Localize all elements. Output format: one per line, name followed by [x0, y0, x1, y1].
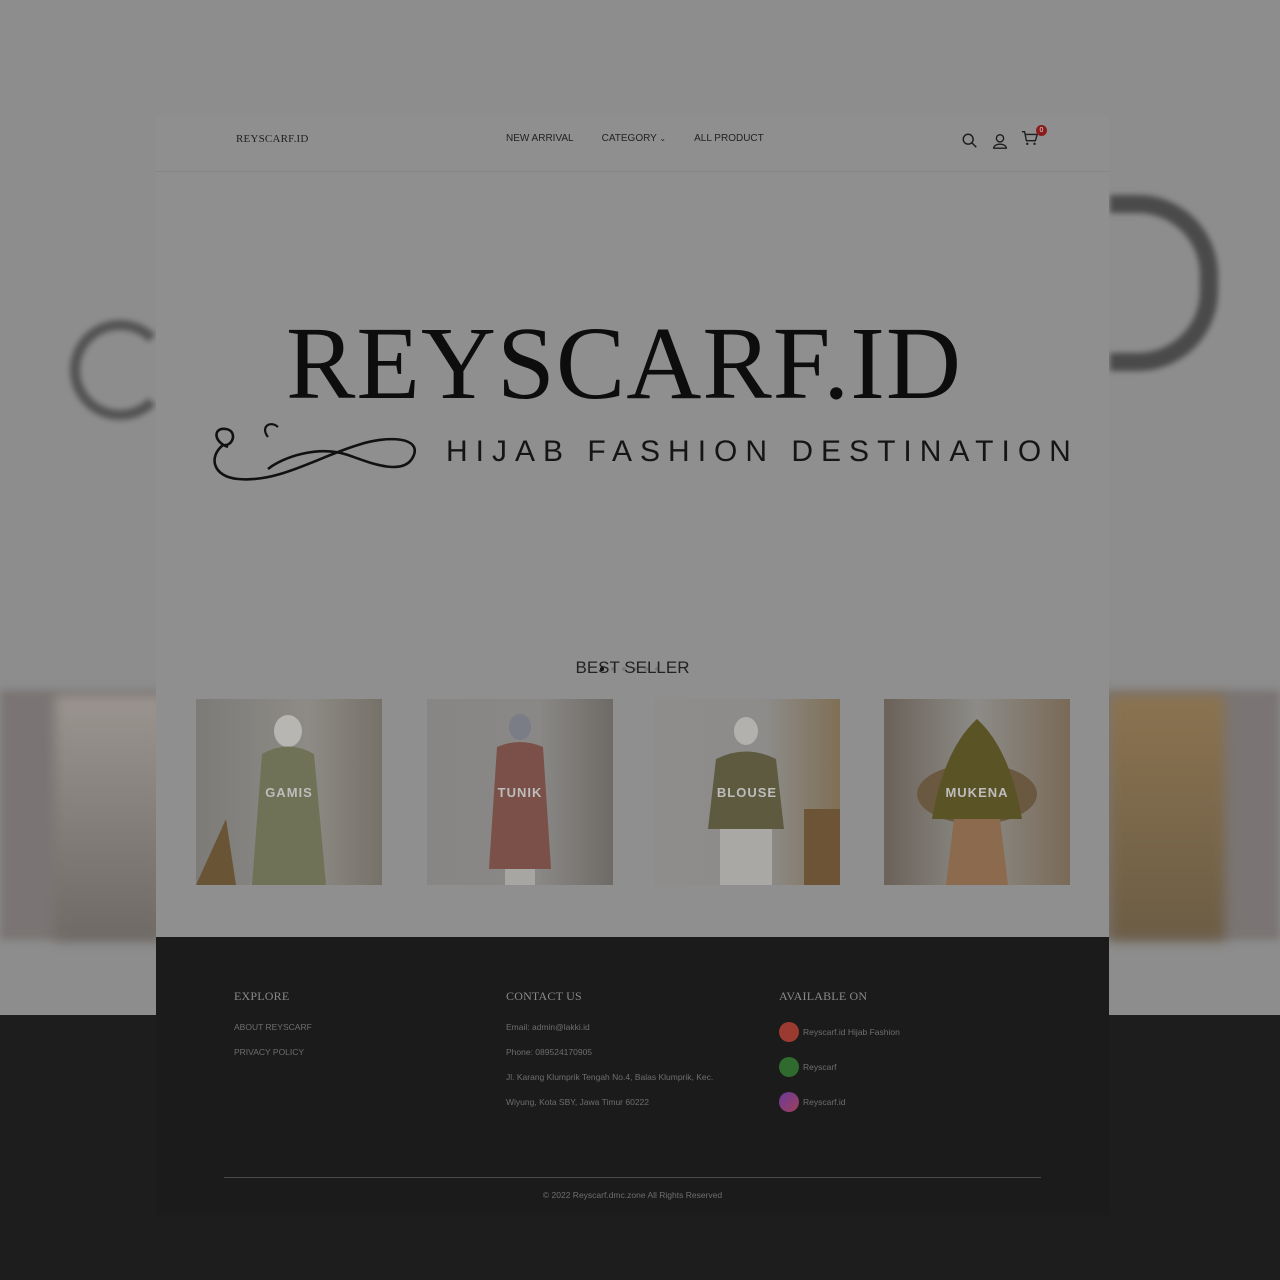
product-card-gamis[interactable]: GAMIS [196, 699, 382, 885]
best-seller-title: BEST SELLER [575, 658, 690, 677]
available-label: Reyscarf.id [803, 1097, 846, 1107]
available-instagram[interactable]: Reyscarf.id [779, 1092, 900, 1112]
site-logo[interactable]: REYSCARF.ID [236, 133, 309, 145]
footer-explore: EXPLORE ABOUT REYSCARF PRIVACY POLICY [234, 989, 312, 1072]
available-label: Reyscarf [803, 1062, 837, 1072]
contact-address-line2: Wiyung, Kota SBY, Jawa Timur 60222 [506, 1097, 650, 1107]
shopee-icon [779, 1022, 799, 1042]
product-label: GAMIS [265, 785, 313, 800]
main-nav: NEW ARRIVAL CATEGORY ⌄ ALL PRODUCT [506, 133, 764, 144]
backdrop-logo-curl [70, 320, 170, 420]
contact-address-line1: Jl. Karang Klumprik Tengah No.4, Balas K… [506, 1072, 714, 1082]
hero-subtitle: HIJAB FASHION DESTINATION [446, 435, 1079, 468]
product-label: MUKENA [945, 785, 1009, 800]
product-card-blouse[interactable]: BLOUSE [654, 699, 840, 885]
instagram-icon [779, 1092, 799, 1112]
footer-available-title: AVAILABLE ON [779, 989, 868, 1003]
nav-category-label: CATEGORY [601, 133, 657, 144]
footer-link-about[interactable]: ABOUT REYSCARF [234, 1022, 312, 1032]
search-icon[interactable] [961, 132, 979, 150]
product-card-mukena[interactable]: MUKENA [884, 699, 1070, 885]
header: REYSCARF.ID NEW ARRIVAL CATEGORY ⌄ ALL P… [156, 115, 1109, 172]
cart-button[interactable]: 0 [1021, 125, 1047, 152]
available-shopee[interactable]: Reyscarf.id Hijab Fashion [779, 1022, 900, 1042]
backdrop-product-right [1110, 695, 1225, 940]
nav-new-arrival[interactable]: NEW ARRIVAL [506, 133, 574, 144]
footer-explore-title: EXPLORE [234, 989, 290, 1003]
backdrop-product-left [55, 695, 165, 940]
footer-contact-title: CONTACT US [506, 989, 582, 1003]
best-seller-grid: GAMIS TUNIK BLOUSE MUKENA [196, 699, 1071, 885]
available-tokopedia[interactable]: Reyscarf [779, 1057, 900, 1077]
flourish-ornament [213, 423, 416, 481]
nav-all-product[interactable]: ALL PRODUCT [694, 133, 764, 144]
footer-available: AVAILABLE ON Reyscarf.id Hijab Fashion R… [779, 989, 900, 1127]
available-label: Reyscarf.id Hijab Fashion [803, 1027, 900, 1037]
footer: EXPLORE ABOUT REYSCARF PRIVACY POLICY CO… [156, 937, 1109, 1215]
contact-email[interactable]: Email: admin@lakki.id [506, 1022, 713, 1032]
hero-title: REYSCARF.ID [286, 306, 962, 421]
contact-phone[interactable]: Phone: 089524170905 [506, 1047, 713, 1057]
product-label: BLOUSE [716, 785, 778, 800]
page: REYSCARF.ID NEW ARRIVAL CATEGORY ⌄ ALL P… [156, 115, 1109, 1215]
chevron-down-icon: ⌄ [659, 134, 667, 143]
footer-link-privacy[interactable]: PRIVACY POLICY [234, 1047, 312, 1057]
footer-divider [224, 1177, 1041, 1178]
user-icon[interactable] [991, 132, 1009, 150]
copyright: © 2022 Reyscarf.dmc.zone All Rights Rese… [542, 1190, 723, 1200]
product-label: TUNIK [497, 785, 543, 800]
product-card-tunik[interactable]: TUNIK [427, 699, 613, 885]
nav-category[interactable]: CATEGORY ⌄ [602, 133, 667, 144]
header-icons: 0 [961, 125, 1047, 152]
tokopedia-icon [779, 1057, 799, 1077]
footer-contact: CONTACT US Email: admin@lakki.id Phone: … [506, 989, 713, 1122]
cart-count-badge: 0 [1036, 125, 1047, 136]
hero-slider[interactable]: REYSCARF.ID HIJAB FASHION DESTINATION [156, 172, 1109, 671]
